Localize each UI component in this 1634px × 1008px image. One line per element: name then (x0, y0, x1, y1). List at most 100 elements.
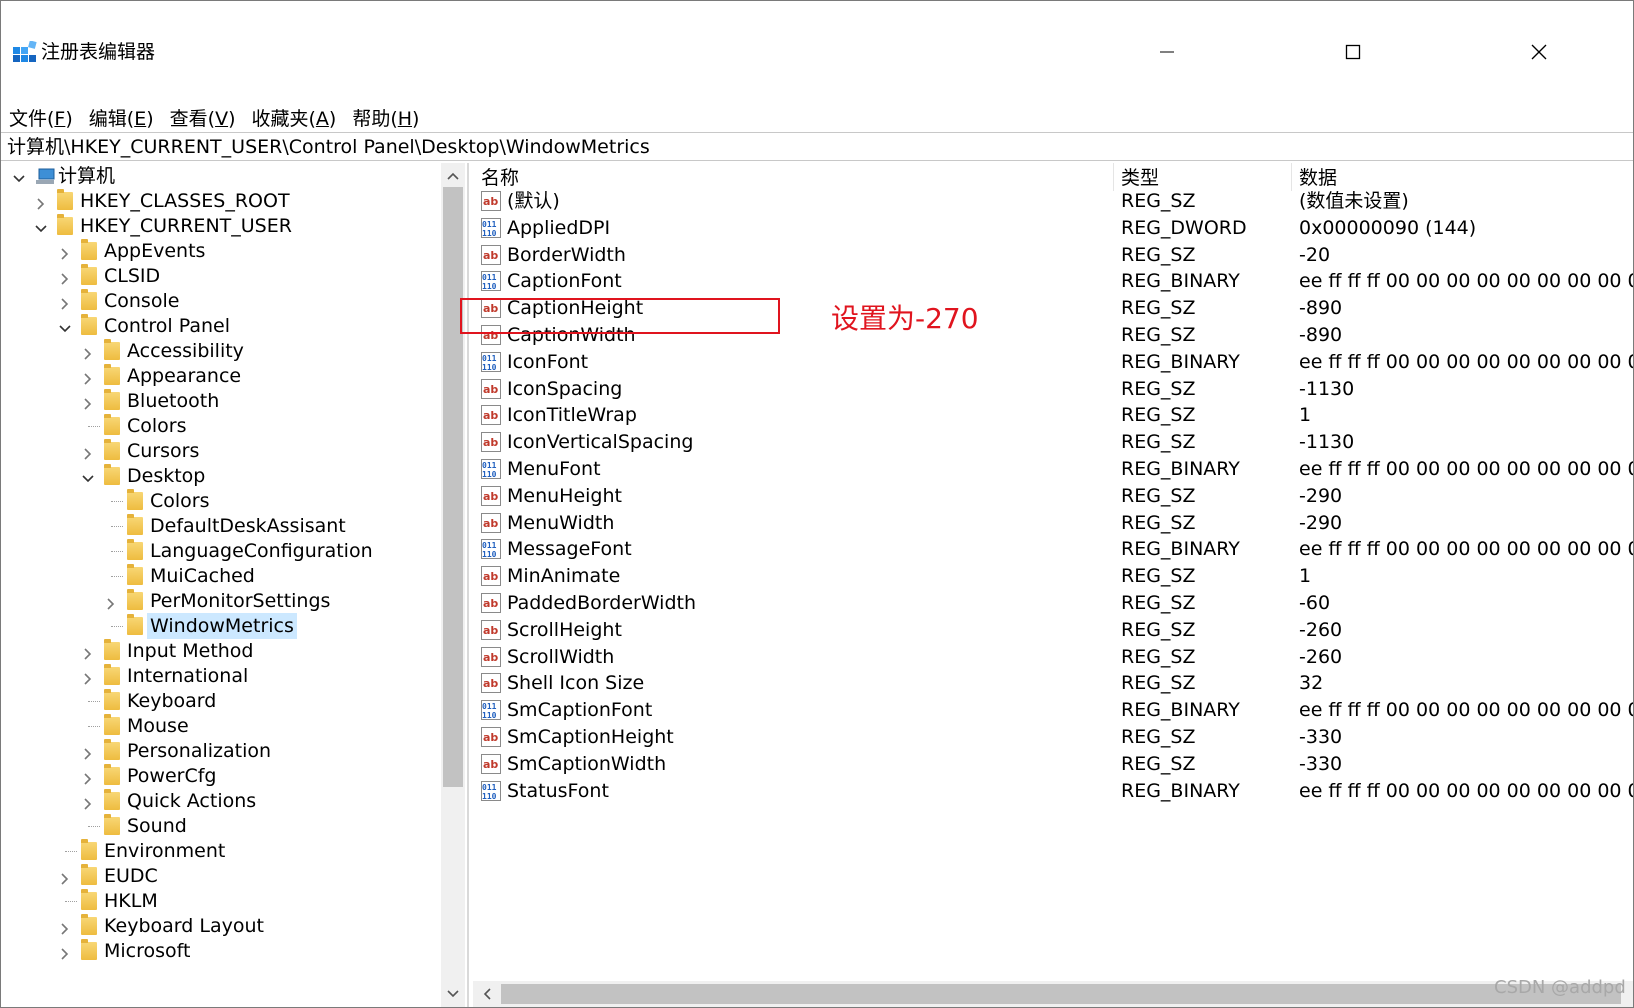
menu-item[interactable]: 文件(F) (1, 99, 81, 131)
value-row[interactable]: ab Shell Icon Size REG_SZ 32 (473, 669, 1633, 697)
value-row[interactable]: 011 110 IconFont REG_BINARY ee ff ff ff 00 0… (473, 348, 1633, 376)
value-name: ScrollHeight (507, 618, 622, 641)
tree-item[interactable]: International (1, 663, 441, 689)
chevron-down-icon[interactable] (80, 468, 96, 484)
chevron-right-icon[interactable] (80, 668, 96, 685)
chevron-right-icon[interactable] (57, 243, 73, 260)
value-row[interactable]: ab (默认) REG_SZ (数值未设置) (473, 187, 1633, 215)
tree-scroll-thumb[interactable] (443, 187, 463, 787)
value-row[interactable]: ab BorderWidth REG_SZ -20 (473, 241, 1633, 269)
value-row[interactable]: ab MinAnimate REG_SZ 1 (473, 562, 1633, 590)
tree-item-label: Desktop (127, 465, 206, 487)
chevron-right-icon[interactable] (80, 393, 96, 410)
chevron-right-icon[interactable] (57, 918, 73, 935)
tree-item[interactable]: Input Method (1, 638, 441, 664)
chevron-right-icon[interactable] (80, 343, 96, 360)
tree-item[interactable]: Bluetooth (1, 388, 441, 414)
tree-item[interactable]: CLSID (1, 263, 441, 289)
maximize-button[interactable] (1330, 29, 1376, 75)
tree-item[interactable]: Colors (1, 413, 441, 439)
key-tree-pane[interactable]: 计算机 HKEY_CLASSES_ROOT HKEY_CURRENT_USER App… (1, 163, 469, 1007)
value-row[interactable]: 011 110 MessageFont REG_BINARY ee ff ff ff 0… (473, 535, 1633, 563)
value-row[interactable]: ab MenuWidth REG_SZ -290 (473, 509, 1633, 537)
chevron-right-icon[interactable] (80, 443, 96, 460)
value-row[interactable]: 011 110 CaptionFont REG_BINARY ee ff ff ff 0… (473, 267, 1633, 295)
menu-accelerator: V (215, 108, 229, 130)
chevron-down-icon[interactable] (33, 218, 49, 234)
chevron-right-icon[interactable] (80, 368, 96, 385)
tree-item[interactable]: Cursors (1, 438, 441, 464)
tree-item[interactable]: AppEvents (1, 238, 441, 264)
chevron-down-icon[interactable] (57, 318, 73, 334)
value-name: MenuHeight (507, 484, 622, 507)
menu-item[interactable]: 编辑(E) (81, 99, 162, 131)
tree-item[interactable]: WindowMetrics (1, 613, 441, 639)
scroll-up-arrow[interactable] (441, 165, 465, 187)
tree-item[interactable]: Mouse (1, 713, 441, 739)
chevron-right-icon[interactable] (57, 943, 73, 960)
value-row[interactable]: 011 110 AppliedDPI REG_DWORD 0x00000090 (144… (473, 214, 1633, 242)
chevron-right-icon[interactable] (80, 768, 96, 785)
title-bar[interactable]: 注册表编辑器 (1, 1, 1633, 97)
value-row[interactable]: ab SmCaptionHeight REG_SZ -330 (473, 723, 1633, 751)
scroll-left-arrow[interactable] (475, 983, 499, 1005)
tree-item[interactable]: Accessibility (1, 338, 441, 364)
chevron-right-icon[interactable] (33, 193, 49, 210)
value-list-pane[interactable]: 名称 类型 数据 ab (默认) REG_SZ (数值未设置) 011 110 Applie… (473, 163, 1633, 1007)
tree-vertical-scrollbar[interactable] (441, 163, 465, 1007)
chevron-right-icon[interactable] (103, 593, 119, 610)
scroll-down-arrow[interactable] (441, 983, 465, 1005)
close-button[interactable] (1516, 29, 1562, 75)
tree-item[interactable]: LanguageConfiguration (1, 538, 441, 564)
value-row[interactable]: ab ScrollWidth REG_SZ -260 (473, 643, 1633, 671)
address-bar[interactable]: 计算机\HKEY_CURRENT_USER\Control Panel\Desk… (1, 132, 1633, 161)
tree-item[interactable]: HKLM (1, 888, 441, 914)
tree-item[interactable]: Console (1, 288, 441, 314)
chevron-right-icon[interactable] (57, 268, 73, 285)
value-row[interactable]: 011 110 MenuFont REG_BINARY ee ff ff ff 00 0… (473, 455, 1633, 483)
tree-item[interactable]: Personalization (1, 738, 441, 764)
value-row[interactable]: ab PaddedBorderWidth REG_SZ -60 (473, 589, 1633, 617)
chevron-right-icon[interactable] (80, 643, 96, 660)
tree-item[interactable]: PerMonitorSettings (1, 588, 441, 614)
menu-item[interactable]: 查看(V) (162, 99, 244, 131)
svg-text:ab: ab (483, 195, 498, 208)
value-row[interactable]: ab MenuHeight REG_SZ -290 (473, 482, 1633, 510)
string-value-icon: ab (481, 485, 501, 506)
tree-item[interactable]: Keyboard (1, 688, 441, 714)
value-row[interactable]: 011 110 StatusFont REG_BINARY ee ff ff ff 00… (473, 777, 1633, 805)
chevron-right-icon[interactable] (80, 743, 96, 760)
tree-item[interactable]: DefaultDeskAssisant (1, 513, 441, 539)
menu-item[interactable]: 帮助(H) (344, 99, 427, 131)
value-type: REG_SZ (1121, 565, 1196, 588)
list-scroll-thumb[interactable] (501, 984, 1621, 1004)
value-row[interactable]: 011 110 SmCaptionFont REG_BINARY ee ff ff ff… (473, 696, 1633, 724)
tree-item[interactable]: Quick Actions (1, 788, 441, 814)
value-row[interactable]: ab IconTitleWrap REG_SZ 1 (473, 401, 1633, 429)
tree-item[interactable]: EUDC (1, 863, 441, 889)
tree-item[interactable]: Control Panel (1, 313, 441, 339)
tree-item[interactable]: Microsoft (1, 938, 441, 964)
chevron-down-icon[interactable] (11, 168, 27, 184)
tree-item[interactable]: MuiCached (1, 563, 441, 589)
chevron-right-icon[interactable] (57, 293, 73, 310)
tree-item[interactable]: HKEY_CURRENT_USER (1, 213, 441, 239)
tree-item[interactable]: HKEY_CLASSES_ROOT (1, 188, 441, 214)
tree-item[interactable]: Sound (1, 813, 441, 839)
minimize-button[interactable] (1144, 29, 1190, 75)
tree-item[interactable]: Keyboard Layout (1, 913, 441, 939)
list-horizontal-scrollbar[interactable] (473, 981, 1633, 1007)
tree-item[interactable]: Appearance (1, 363, 441, 389)
chevron-right-icon[interactable] (80, 793, 96, 810)
svg-text:011: 011 (482, 354, 497, 363)
value-row[interactable]: ab IconSpacing REG_SZ -1130 (473, 375, 1633, 403)
tree-item[interactable]: PowerCfg (1, 763, 441, 789)
tree-item[interactable]: Colors (1, 488, 441, 514)
tree-item[interactable]: Environment (1, 838, 441, 864)
tree-item[interactable]: Desktop (1, 463, 441, 489)
chevron-right-icon[interactable] (57, 868, 73, 885)
value-row[interactable]: ab SmCaptionWidth REG_SZ -330 (473, 750, 1633, 778)
value-row[interactable]: ab IconVerticalSpacing REG_SZ -1130 (473, 428, 1633, 456)
value-row[interactable]: ab ScrollHeight REG_SZ -260 (473, 616, 1633, 644)
menu-item[interactable]: 收藏夹(A) (243, 99, 344, 131)
